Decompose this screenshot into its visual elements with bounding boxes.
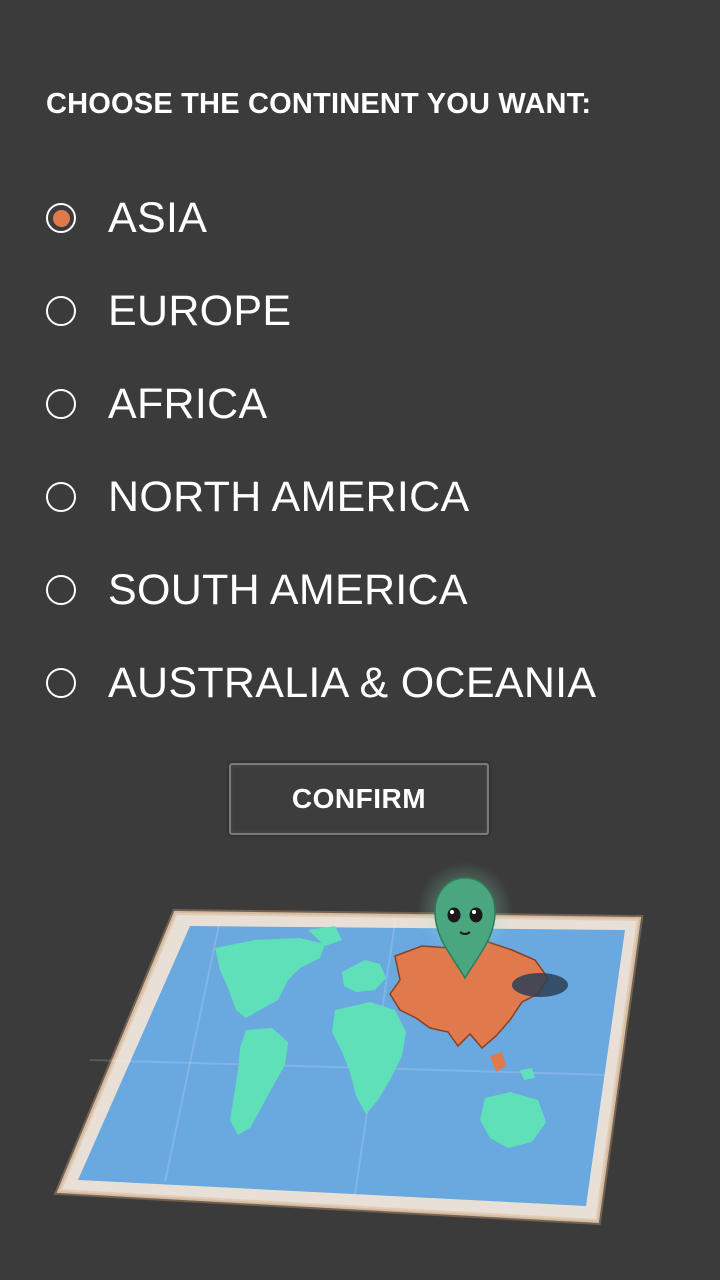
- option-south-america[interactable]: SOUTH AMERICA: [46, 562, 686, 655]
- option-label-asia: ASIA: [108, 194, 208, 242]
- radio-button-australia-oceania[interactable]: [46, 668, 76, 698]
- option-label-europe: EUROPE: [108, 287, 292, 335]
- radio-button-north-america[interactable]: [46, 482, 76, 512]
- option-europe[interactable]: EUROPE: [46, 283, 686, 376]
- confirm-button[interactable]: CONFIRM: [229, 763, 489, 835]
- option-label-australia-oceania: AUSTRALIA & OCEANIA: [108, 659, 597, 707]
- option-australia-oceania[interactable]: AUSTRALIA & OCEANIA: [46, 655, 686, 748]
- option-north-america[interactable]: NORTH AMERICA: [46, 469, 686, 562]
- radio-button-south-america[interactable]: [46, 575, 76, 605]
- radio-button-asia[interactable]: [46, 203, 76, 233]
- world-map-icon: [53, 862, 644, 1226]
- option-label-north-america: NORTH AMERICA: [108, 473, 470, 521]
- option-asia[interactable]: ASIA: [46, 190, 686, 283]
- map-illustration: [50, 860, 650, 1240]
- option-label-south-america: SOUTH AMERICA: [108, 566, 468, 614]
- page-title: CHOOSE THE CONTINENT YOU WANT:: [46, 88, 592, 120]
- option-label-africa: AFRICA: [108, 380, 268, 428]
- option-africa[interactable]: AFRICA: [46, 376, 686, 469]
- radio-button-europe[interactable]: [46, 296, 76, 326]
- radio-button-africa[interactable]: [46, 389, 76, 419]
- continent-radio-group: ASIA EUROPE AFRICA NORTH AMERICA SOUTH A…: [46, 190, 686, 748]
